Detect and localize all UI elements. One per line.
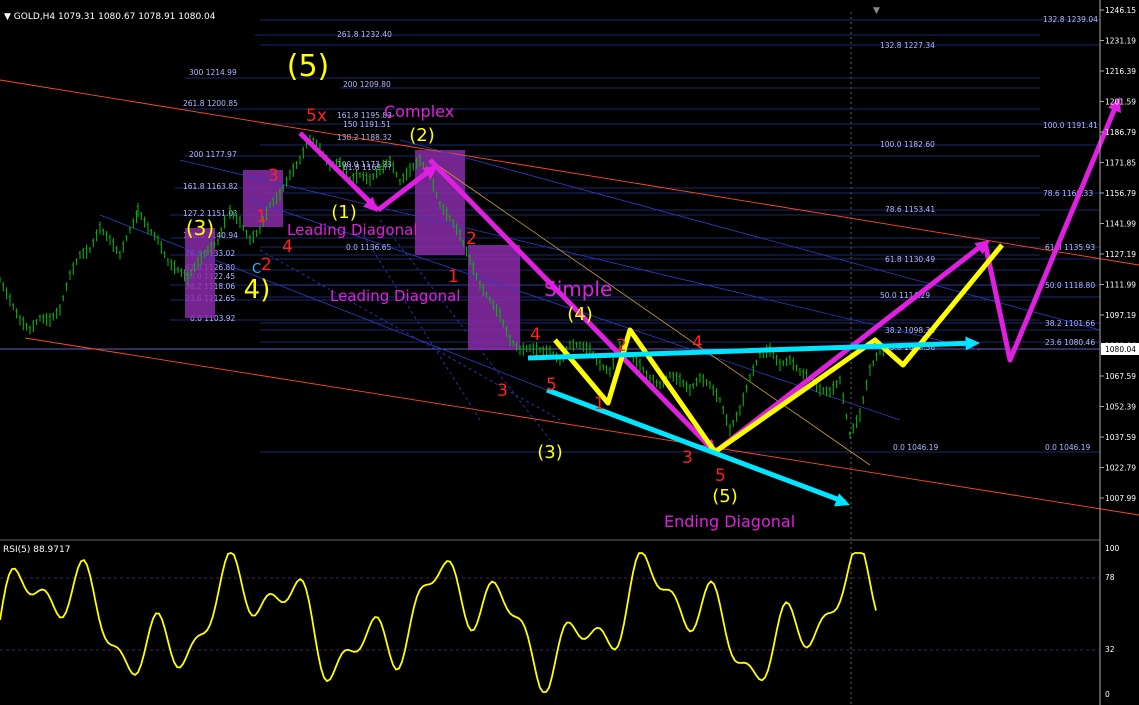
fib-label: 150 1191.51 [343, 120, 391, 129]
fib-label: 0.0 1136.65 [346, 243, 392, 252]
fib-label: 200 1177.97 [189, 150, 237, 159]
lower-channel-line [24, 337, 1139, 516]
fib-label: 200 1209.80 [343, 80, 391, 89]
price-tick-label: 1052.39 [1105, 403, 1136, 412]
wave-5-top-label: (5) [287, 49, 330, 84]
price-tick-label: 1141.99 [1105, 220, 1136, 229]
scroll-chart-icon[interactable]: ▼ [873, 6, 880, 16]
mt4-chart-window: 261.8 1232.40 300 1214.99 200 1209.80 261.8… [0, 0, 1139, 705]
fib-label: 138.2 1188.32 [337, 133, 392, 142]
symbol-icon: ▼ [4, 12, 11, 22]
wave-5x-label: 5x [306, 106, 327, 126]
wave-number-label: 3 [682, 448, 693, 468]
price-chart[interactable]: 261.8 1232.40300 1214.99200 1209.80261.8… [0, 0, 1139, 705]
rsi-axis-label: 32 [1105, 645, 1115, 654]
rsi-line [0, 552, 877, 693]
wave-number-label: 5 [546, 375, 557, 395]
fib-label: 50.0 1118.80 [1045, 281, 1095, 290]
fib-label: 23.6 1080.46 [1045, 338, 1095, 347]
wave-number-label: 4 [692, 333, 703, 353]
fib-label: 100.0 1191.41 [1043, 121, 1098, 130]
ending-diagonal-label: Ending Diagonal [664, 512, 795, 531]
simple-label: Simple [544, 277, 612, 301]
fib-label: 300 1214.99 [189, 68, 237, 77]
wave-number-label: 4 [282, 237, 293, 257]
wave-left-4-label: 4) [244, 275, 271, 305]
price-tick-label: 1216.39 [1105, 67, 1136, 76]
price-tick-label: 1067.59 [1105, 372, 1136, 381]
fib-label: 61.8 1169.?? [343, 163, 392, 172]
wave-3-label: (3) [537, 442, 563, 463]
wave-number-label: 1 [448, 267, 459, 287]
price-tick-label: 1022.79 [1105, 464, 1136, 473]
price-tick-label: 1231.19 [1105, 37, 1136, 46]
price-tick-label: 1111.99 [1105, 281, 1136, 290]
rsi-title: RSI(5) 88.9717 [3, 545, 71, 555]
fib-label: 261.8 1200.85 [183, 99, 238, 108]
fib-label: 78.6 1153.41 [885, 205, 935, 214]
fib-label: 161.8 1163.82 [183, 182, 238, 191]
price-axis: 1246.15 1231.19 1216.39 1201.59 1186.79 1171.… [1099, 0, 1139, 705]
ohlc-values: 1079.31 1080.67 1078.91 1080.04 [58, 12, 216, 22]
leading-diagonal-lower-label: Leading Diagonal [330, 287, 460, 305]
wave-1-label: (1) [331, 202, 357, 223]
fib-label: 0.0 1046.19 [1045, 443, 1091, 452]
fib-label: 78.6 1169.33 [1043, 189, 1093, 198]
trend-line-5 [359, 229, 481, 421]
price-tick-label: 1127.19 [1105, 250, 1136, 259]
upper-channel-line [0, 79, 1139, 266]
rsi-axis-label: 78 [1105, 573, 1115, 582]
price-tick-label: 1201.59 [1105, 98, 1136, 107]
leading-diagonal-upper-label: Leading Diagonal [287, 221, 417, 239]
fib-label: 132.8 1239.04 [1043, 15, 1098, 24]
wave-number-label: 4 [530, 325, 541, 345]
wave-number-label: 2 [466, 229, 477, 249]
rsi-panel: 100 78 32 0 [0, 544, 1120, 699]
wave-number-label: 1 [256, 207, 267, 227]
wave-number-label: 2 [261, 255, 272, 275]
wave-number-label: 3 [497, 381, 508, 401]
fib-label: 261.8 1232.40 [337, 30, 392, 39]
wave-2-label: (2) [409, 125, 435, 146]
fib-label: 0.0 1046.19 [893, 443, 939, 452]
wave-number-label: 1 [594, 394, 605, 414]
current-price-label: 1080.04 [1105, 345, 1136, 354]
wave-number-label: 5 [715, 466, 726, 486]
price-tick-label: 1246.15 [1105, 6, 1136, 15]
wave-box-2 [468, 245, 520, 350]
chart-title: ▼ GOLD,H4 1079.31 1080.67 1078.91 1080.0… [4, 12, 215, 22]
price-tick-label: 1037.59 [1105, 433, 1136, 442]
wave-number-label: 3 [268, 166, 279, 186]
price-tick-label: 1007.99 [1105, 494, 1136, 503]
wave-box-3 [185, 228, 215, 318]
wave-5-bottom-label: (5) [712, 486, 738, 507]
fib-label: 100.0 1182.60 [880, 140, 935, 149]
wave-left-3-label: (3) [186, 216, 214, 240]
cyan-arrow-lower [546, 387, 846, 505]
fib-label: 132.8 1227.34 [880, 41, 935, 50]
symbol-label: GOLD,H4 [13, 12, 56, 22]
rsi-axis-label: 100 [1105, 544, 1120, 553]
wave-c-label: C [252, 262, 261, 277]
complex-label: Complex [384, 102, 454, 121]
price-tick-label: 1186.79 [1105, 128, 1136, 137]
price-tick-label: 1171.85 [1105, 159, 1136, 168]
price-tick-label: 1156.79 [1105, 189, 1136, 198]
price-tick-label: 1097.19 [1105, 311, 1136, 320]
fib-label: 61.8 1130.49 [885, 255, 935, 264]
wave-4-label: (4) [567, 304, 593, 325]
wave-number-label: 2 [616, 336, 627, 356]
rsi-axis-label: 0 [1105, 690, 1110, 699]
